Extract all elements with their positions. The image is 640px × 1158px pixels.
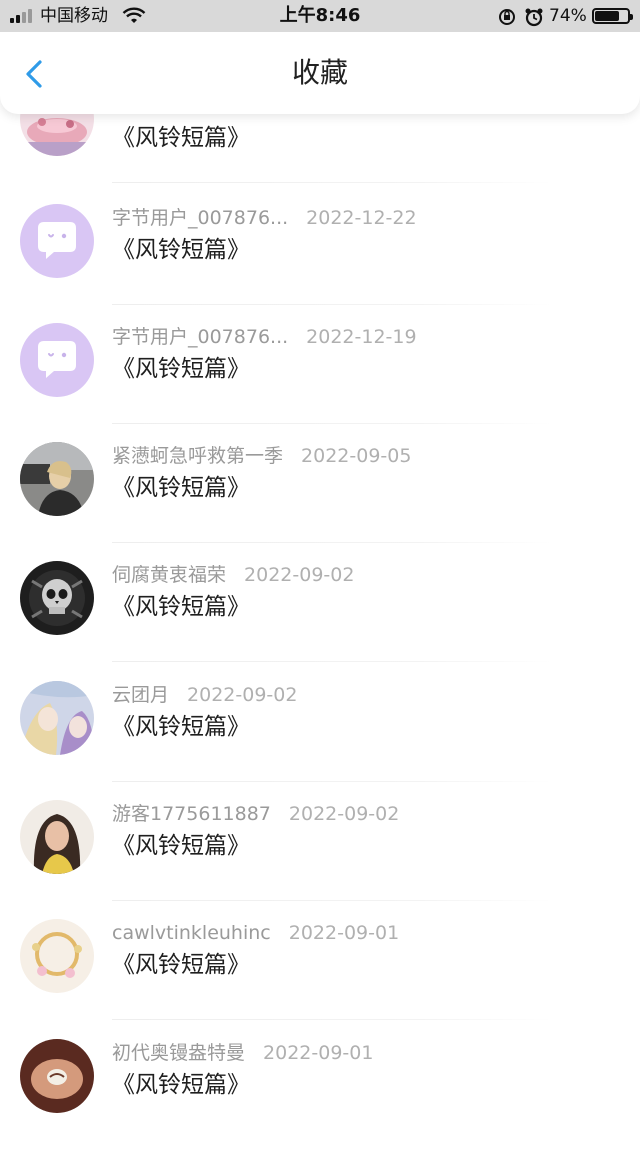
list-item[interactable]: 伺腐黄衷福荣 2022-09-02 《风铃短篇》 bbox=[0, 561, 640, 680]
date: 2022-09-01 bbox=[288, 922, 400, 944]
username[interactable]: 伺腐黄衷福荣 bbox=[112, 564, 226, 586]
avatar[interactable] bbox=[20, 204, 94, 278]
item-meta: 字节用户_007876... 2022-12-19 bbox=[112, 323, 417, 351]
item-title: 《风铃短篇》 bbox=[112, 475, 250, 501]
item-title: 《风铃短篇》 bbox=[112, 714, 250, 740]
item-meta: 初代奥镘盎特曼 2022-09-01 bbox=[112, 1039, 373, 1067]
item-meta: 字节用户_007876... 2022-12-22 bbox=[112, 204, 417, 232]
divider bbox=[112, 304, 552, 305]
username[interactable]: 初代奥镘盎特曼 bbox=[112, 1042, 245, 1064]
default-avatar-icon bbox=[20, 204, 94, 278]
username[interactable]: 游客1775611887 bbox=[112, 803, 271, 825]
divider bbox=[112, 182, 552, 183]
date: 2022-09-01 bbox=[263, 1042, 374, 1064]
date: 2022-09-02 bbox=[187, 684, 298, 706]
avatar-photo-hands bbox=[20, 1039, 94, 1113]
list-item[interactable]: 紧懑蚵急呼救第一季 2022-09-05 《风铃短篇》 bbox=[0, 442, 640, 561]
avatar-photo-skull bbox=[20, 561, 94, 635]
username[interactable]: 字节用户_007876... bbox=[112, 207, 288, 229]
avatar[interactable] bbox=[20, 561, 94, 635]
date: 2022-09-02 bbox=[288, 803, 400, 825]
item-title: 《风铃短篇》 bbox=[112, 952, 250, 978]
favorites-list: 《风铃短篇》 字节用户_007876... 2022-12-22 《风铃短篇》 bbox=[0, 0, 640, 1138]
clock: 上午8:46 bbox=[279, 5, 361, 26]
item-title: 《风铃短篇》 bbox=[112, 356, 250, 382]
avatar-photo-bracelet bbox=[20, 919, 94, 993]
date: 2022-12-22 bbox=[306, 207, 417, 229]
item-title: 《风铃短篇》 bbox=[112, 237, 250, 263]
battery-icon bbox=[592, 8, 633, 24]
list-item[interactable]: 字节用户_007876... 2022-12-19 《风铃短篇》 bbox=[0, 323, 640, 442]
item-title: 《风铃短篇》 bbox=[112, 594, 250, 620]
list-item[interactable]: cawlvtinkleuhinc 2022-09-01 《风铃短篇》 bbox=[0, 919, 640, 1038]
avatar[interactable] bbox=[20, 442, 94, 516]
default-avatar-icon bbox=[20, 323, 94, 397]
avatar[interactable] bbox=[20, 919, 94, 993]
status-bar: 中国移动 上午8:46 74% bbox=[0, 0, 640, 32]
item-meta: 游客1775611887 2022-09-02 bbox=[112, 800, 399, 828]
item-title: 《风铃短篇》 bbox=[112, 833, 250, 859]
avatar[interactable] bbox=[20, 323, 94, 397]
avatar[interactable] bbox=[20, 681, 94, 755]
divider bbox=[112, 542, 552, 543]
divider bbox=[112, 1019, 552, 1020]
list-item[interactable]: 初代奥镘盎特曼 2022-09-01 《风铃短篇》 bbox=[0, 1039, 640, 1158]
item-meta: cawlvtinkleuhinc 2022-09-01 bbox=[112, 919, 399, 947]
username[interactable]: cawlvtinkleuhinc bbox=[112, 922, 271, 944]
avatar-photo-anime bbox=[20, 681, 94, 755]
item-title: 《风铃短篇》 bbox=[112, 1072, 250, 1098]
divider bbox=[112, 661, 552, 662]
navigation-bar: 收藏 bbox=[0, 32, 640, 114]
item-title: 《风铃短篇》 bbox=[112, 125, 250, 151]
avatar-photo-street bbox=[20, 442, 94, 516]
avatar[interactable] bbox=[20, 1039, 94, 1113]
list-item[interactable]: 云团月 2022-09-02 《风铃短篇》 bbox=[0, 681, 640, 800]
list-item[interactable]: 游客1775611887 2022-09-02 《风铃短篇》 bbox=[0, 800, 640, 919]
divider bbox=[112, 781, 552, 782]
list-item[interactable]: 字节用户_007876... 2022-12-22 《风铃短篇》 bbox=[0, 204, 640, 323]
username[interactable]: 云团月 bbox=[112, 684, 169, 706]
item-meta: 伺腐黄衷福荣 2022-09-02 bbox=[112, 561, 354, 589]
divider bbox=[112, 900, 552, 901]
divider bbox=[112, 423, 552, 424]
avatar-photo-portrait bbox=[20, 800, 94, 874]
rotation-lock-icon bbox=[499, 9, 515, 25]
username[interactable]: 紧懑蚵急呼救第一季 bbox=[112, 445, 283, 467]
date: 2022-12-19 bbox=[306, 326, 417, 348]
battery-percent: 74% bbox=[549, 6, 587, 26]
page-title: 收藏 bbox=[291, 56, 348, 89]
date: 2022-09-05 bbox=[301, 445, 412, 467]
username[interactable]: 字节用户_007876... bbox=[112, 326, 288, 348]
item-meta: 云团月 2022-09-02 bbox=[112, 681, 297, 709]
alarm-icon bbox=[525, 8, 543, 27]
item-meta: 紧懑蚵急呼救第一季 2022-09-05 bbox=[112, 442, 411, 470]
avatar[interactable] bbox=[20, 800, 94, 874]
date: 2022-09-02 bbox=[244, 564, 355, 586]
